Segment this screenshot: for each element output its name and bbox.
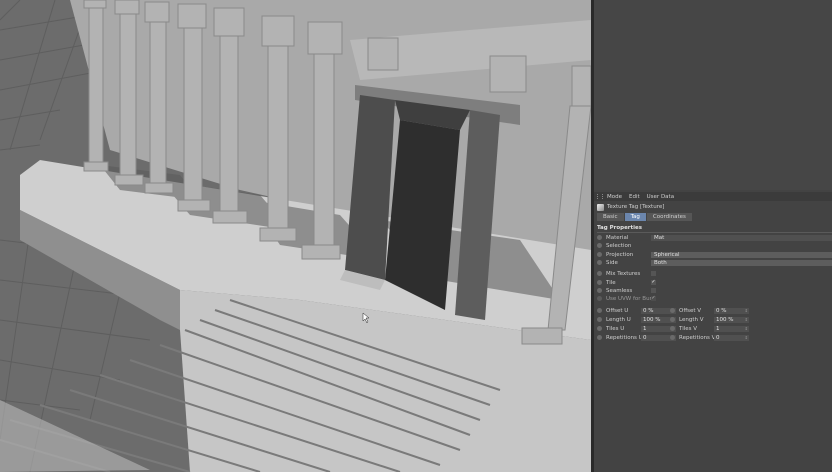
menu-mode[interactable]: Mode	[607, 194, 622, 200]
length-u-row: Length U 100 %⇕	[597, 316, 676, 323]
animate-dot-icon[interactable]	[670, 335, 675, 340]
prop-label: Repetitions U	[606, 334, 641, 341]
spinner-icon[interactable]: ⇕	[745, 308, 748, 314]
prop-label: Mix Textures	[606, 270, 641, 277]
section-title: Tag Properties	[597, 225, 643, 231]
animate-dot-icon[interactable]	[597, 296, 602, 301]
object-manager-area	[594, 0, 832, 190]
prop-side: Side Both	[597, 259, 832, 266]
prop-label: Repetitions V	[679, 334, 714, 341]
repetitions-v-row: Repetitions V 0 ⇕	[670, 334, 749, 341]
animate-dot-icon[interactable]	[597, 326, 602, 331]
selection-field[interactable]	[651, 243, 832, 249]
prop-tile: Tile ✓	[597, 279, 657, 286]
3d-viewport[interactable]	[0, 0, 591, 472]
prop-label: Projection	[606, 251, 634, 258]
field-value: 0	[643, 334, 647, 341]
section-divider	[597, 232, 832, 233]
prop-label: Offset V	[679, 307, 702, 314]
animate-dot-icon[interactable]	[597, 235, 602, 240]
tiles-u-row: Tiles U 1⇕	[597, 325, 676, 332]
uvw-bump-checkbox[interactable]: ✓	[651, 296, 656, 301]
prop-label: Material	[606, 234, 629, 241]
spinner-icon[interactable]: ⇕	[745, 317, 748, 323]
tab-coordinates[interactable]: Coordinates	[646, 213, 692, 221]
prop-label: Tiles V	[679, 325, 698, 332]
prop-projection: Projection Spherical	[597, 251, 832, 258]
attributes-title-row: Texture Tag [Texture]	[594, 202, 832, 212]
tiles-v-row: Tiles V 1 ⇕	[670, 325, 749, 332]
projection-dropdown[interactable]: Spherical	[651, 251, 832, 258]
texture-tag-icon	[597, 203, 604, 211]
offset-v-row: Offset V 0 % ⇕	[670, 307, 749, 314]
tab-basic[interactable]: Basic	[597, 213, 624, 221]
prop-label: Use UVW for Bump	[606, 295, 651, 302]
offset-v-input[interactable]: 0 % ⇕	[714, 307, 749, 314]
prop-label: Offset U	[606, 307, 629, 314]
tiles-v-input[interactable]: 1 ⇕	[714, 325, 749, 332]
side-dropdown[interactable]: Both	[651, 259, 832, 266]
prop-material: Material Mat	[597, 234, 832, 241]
field-value: 0	[716, 334, 720, 341]
prop-label: Side	[606, 259, 618, 266]
animate-dot-icon[interactable]	[597, 243, 602, 248]
tile-checkbox[interactable]: ✓	[651, 280, 656, 285]
attributes-menubar: Mode Edit User Data	[594, 192, 832, 201]
attributes-title: Texture Tag [Texture]	[607, 204, 665, 210]
prop-label: Selection	[606, 242, 632, 249]
offset-u-row: Offset U 0 %⇕	[597, 307, 676, 314]
repetitions-u-row: Repetitions U 0⇕	[597, 334, 676, 341]
animate-dot-icon[interactable]	[597, 317, 602, 322]
prop-selection: Selection	[597, 242, 832, 249]
menu-user-data[interactable]: User Data	[647, 194, 674, 200]
length-v-row: Length V 100 % ⇕	[670, 316, 749, 323]
menu-edit[interactable]: Edit	[629, 194, 640, 200]
prop-uvw-bump: Use UVW for Bump ✓	[597, 295, 657, 302]
seamless-checkbox[interactable]	[651, 288, 656, 293]
animate-dot-icon[interactable]	[597, 252, 602, 257]
panel-grip-icon[interactable]	[597, 194, 603, 199]
field-value: 1	[716, 325, 720, 332]
field-value: 1	[643, 325, 647, 332]
attribute-manager: Mode Edit User Data Texture Tag [Texture…	[594, 0, 832, 472]
animate-dot-icon[interactable]	[597, 260, 602, 265]
animate-dot-icon[interactable]	[597, 271, 602, 276]
animate-dot-icon[interactable]	[670, 326, 675, 331]
animate-dot-icon[interactable]	[597, 288, 602, 293]
mix-textures-checkbox[interactable]	[651, 271, 656, 276]
prop-seamless: Seamless	[597, 287, 657, 294]
prop-label: Seamless	[606, 287, 633, 294]
prop-label: Tiles U	[606, 325, 625, 332]
prop-label: Tile	[606, 279, 616, 286]
field-value: 100 %	[716, 316, 734, 323]
prop-label: Length V	[679, 316, 704, 323]
spinner-icon[interactable]: ⇕	[745, 326, 748, 332]
repetitions-v-input[interactable]: 0 ⇕	[714, 334, 749, 341]
field-value: 100 %	[643, 316, 661, 323]
field-value: 0 %	[643, 307, 654, 314]
prop-mix-textures: Mix Textures	[597, 270, 657, 277]
material-field[interactable]: Mat	[651, 234, 832, 241]
animate-dot-icon[interactable]	[597, 335, 602, 340]
length-v-input[interactable]: 100 % ⇕	[714, 316, 749, 323]
animate-dot-icon[interactable]	[670, 308, 675, 313]
animate-dot-icon[interactable]	[597, 308, 602, 313]
animate-dot-icon[interactable]	[597, 280, 602, 285]
tab-tag[interactable]: Tag	[624, 213, 646, 221]
field-value: 0 %	[716, 307, 727, 314]
spinner-icon[interactable]: ⇕	[745, 335, 748, 341]
viewport-scene	[0, 0, 591, 472]
prop-label: Length U	[606, 316, 631, 323]
attribute-tabs: Basic Tag Coordinates	[597, 213, 693, 221]
animate-dot-icon[interactable]	[670, 317, 675, 322]
